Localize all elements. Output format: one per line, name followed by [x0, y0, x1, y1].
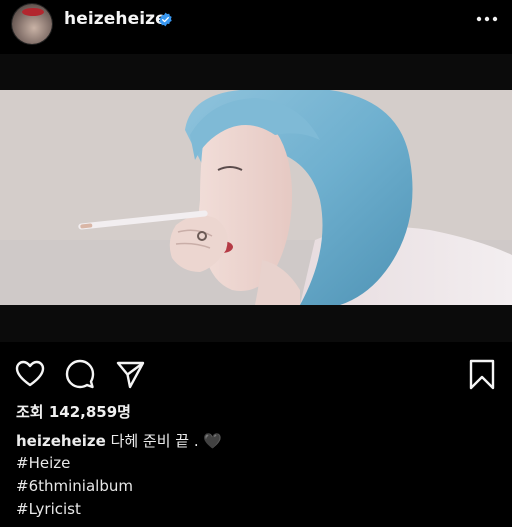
hashtag-link[interactable]: #Heize	[16, 454, 70, 472]
view-count: 조회 142,859명	[16, 403, 131, 421]
verified-badge-icon	[159, 12, 172, 27]
heart-icon[interactable]	[14, 358, 46, 390]
avatar-lip-detail	[22, 8, 44, 16]
post-username[interactable]: heizeheize	[64, 9, 167, 29]
hashtag-link[interactable]: #Lyricist	[16, 500, 81, 518]
more-dots-icon[interactable]	[476, 12, 498, 26]
send-icon[interactable]	[114, 358, 146, 390]
bookmark-icon[interactable]	[466, 358, 498, 390]
avatar[interactable]	[12, 4, 52, 44]
post-photo	[0, 90, 512, 305]
post-caption: heizeheize 다헤 준비 끝 . 🖤	[16, 430, 222, 451]
caption-text: 다헤 준비 끝 . 🖤	[105, 432, 223, 450]
post-photo-illustration	[0, 90, 512, 305]
comment-icon[interactable]	[64, 358, 96, 390]
instagram-post: heizeheize 조회 142,859명 heizeheize 다헤 준비 …	[0, 0, 512, 527]
post-media[interactable]	[0, 54, 512, 342]
post-action-bar	[0, 352, 512, 396]
post-header: heizeheize	[0, 0, 512, 44]
hashtag-link[interactable]: #6thminialbum	[16, 477, 133, 495]
caption-username[interactable]: heizeheize	[16, 432, 106, 450]
